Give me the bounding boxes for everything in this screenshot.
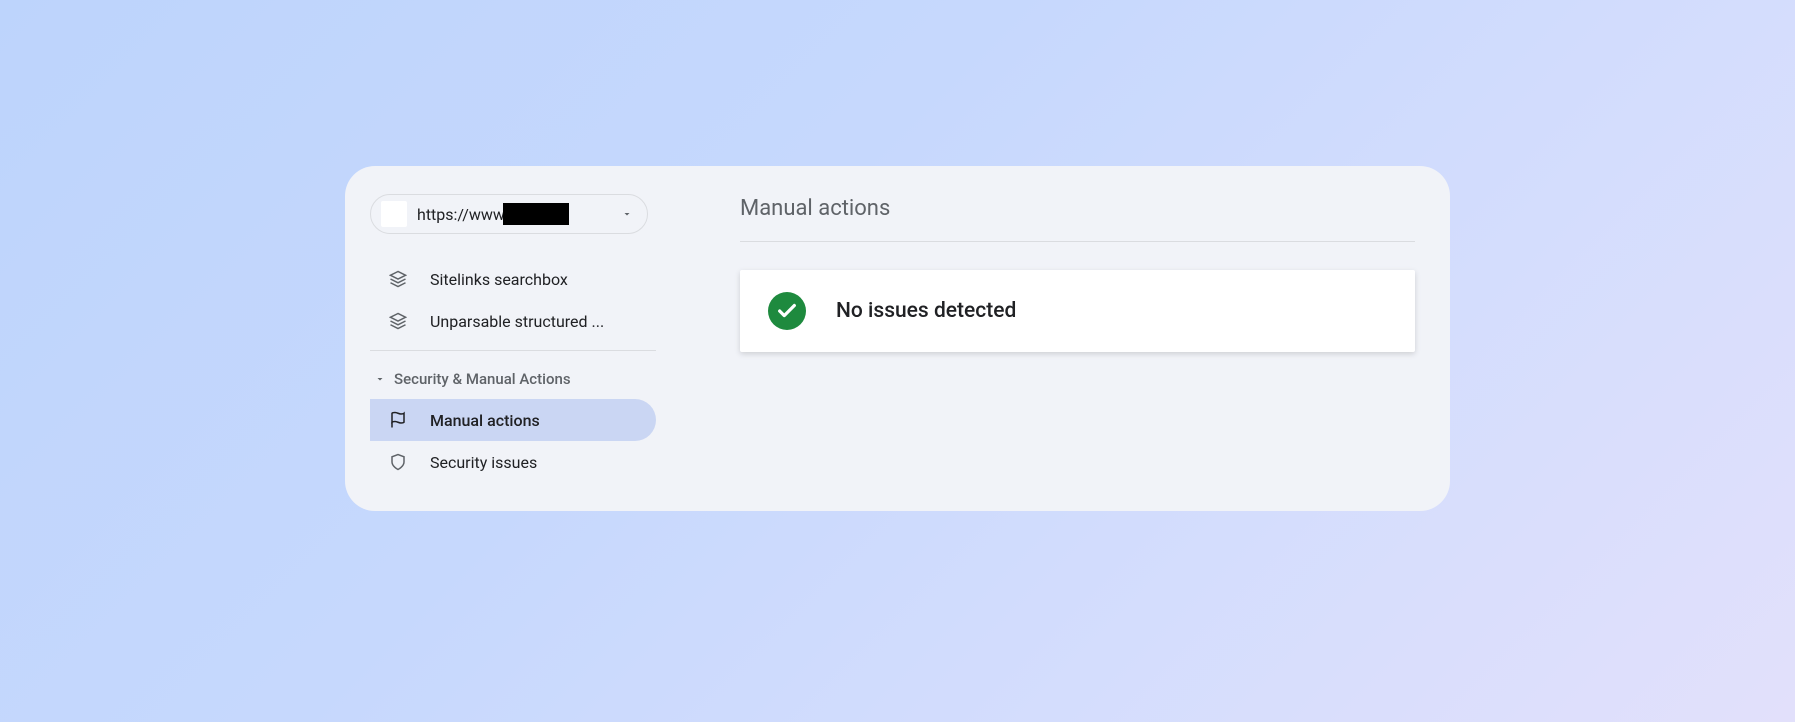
- sidebar-item-label: Security issues: [430, 453, 537, 472]
- status-message: No issues detected: [836, 299, 1016, 323]
- sidebar-item-unparsable-structured[interactable]: Unparsable structured ...: [370, 300, 656, 342]
- title-divider: [740, 241, 1415, 242]
- flag-icon: [388, 410, 408, 430]
- checkmark-circle-icon: [768, 292, 806, 330]
- property-favicon: [381, 201, 407, 227]
- property-selector[interactable]: https://www: [370, 194, 648, 234]
- layers-icon: [388, 269, 408, 289]
- app-panel: https://www Sitelinks searchbox Unparsab…: [345, 166, 1450, 511]
- main-content: Manual actions No issues detected: [680, 194, 1415, 481]
- nav-list: Sitelinks searchbox Unparsable structure…: [370, 258, 680, 342]
- sidebar-item-label: Unparsable structured ...: [430, 312, 604, 331]
- status-card: No issues detected: [740, 270, 1415, 352]
- sidebar-item-sitelinks-searchbox[interactable]: Sitelinks searchbox: [370, 258, 656, 300]
- sidebar-item-label: Sitelinks searchbox: [430, 270, 568, 289]
- sidebar: https://www Sitelinks searchbox Unparsab…: [370, 194, 680, 481]
- layers-icon: [388, 311, 408, 331]
- property-redacted: [503, 203, 569, 225]
- nav-section-label: Security & Manual Actions: [394, 370, 571, 388]
- shield-icon: [388, 452, 408, 472]
- sidebar-item-security-issues[interactable]: Security issues: [370, 441, 656, 483]
- page-title: Manual actions: [740, 196, 1415, 221]
- property-url: https://www: [417, 205, 505, 224]
- nav-divider: [370, 350, 656, 351]
- chevron-down-icon: [621, 205, 633, 224]
- sidebar-item-label: Manual actions: [430, 411, 540, 430]
- nav-sublist: Manual actions Security issues: [370, 399, 680, 483]
- nav-section-security-manual-actions[interactable]: Security & Manual Actions: [370, 359, 680, 399]
- caret-down-icon: [374, 373, 386, 385]
- sidebar-item-manual-actions[interactable]: Manual actions: [370, 399, 656, 441]
